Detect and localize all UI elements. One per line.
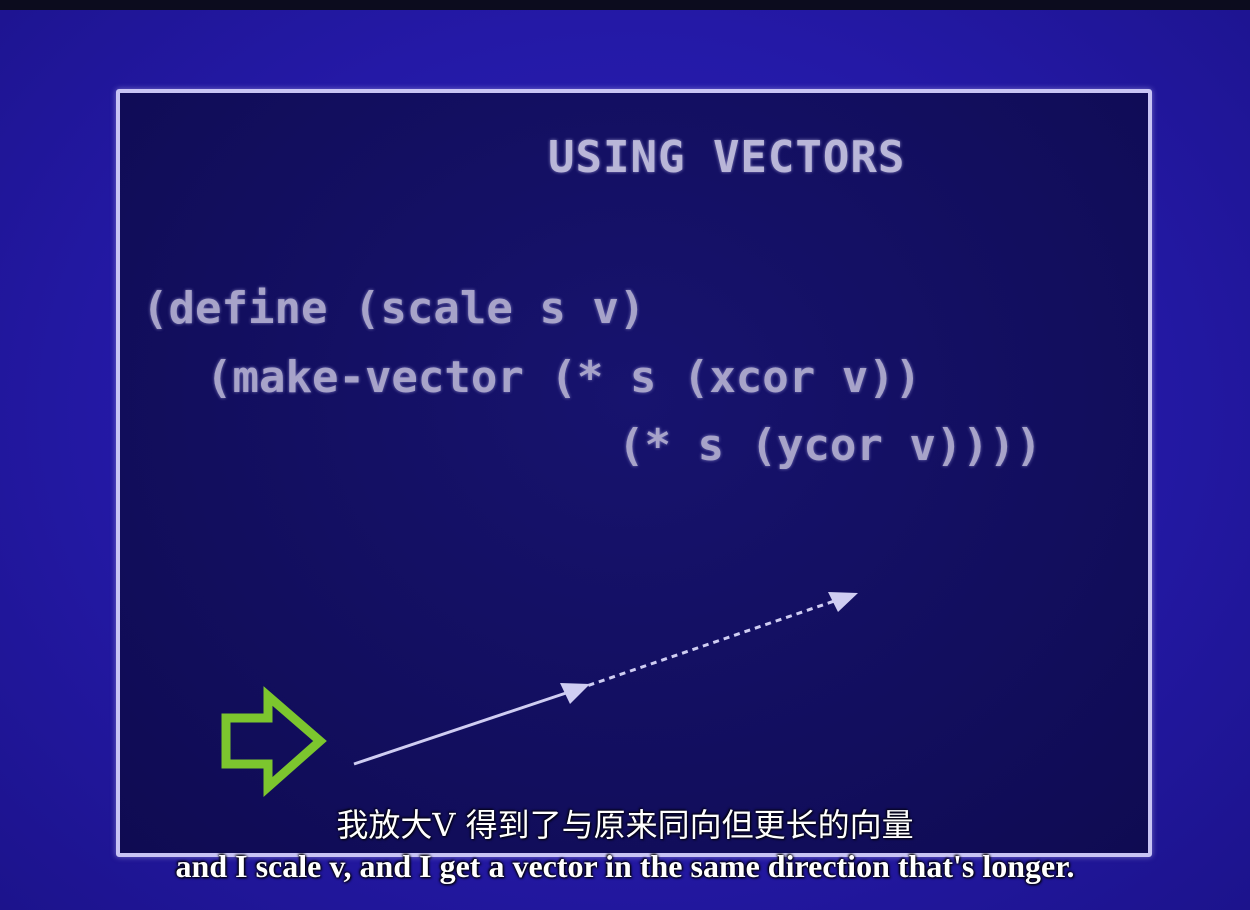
video-frame: USING VECTORS (define (scale s v) (make-… (0, 0, 1250, 910)
vector-diagram (221, 592, 858, 797)
scaled-vector (577, 592, 858, 691)
original-vector (353, 683, 590, 766)
subtitle-english: and I scale v, and I get a vector in the… (175, 848, 1075, 884)
hollow-right-arrow-icon (221, 686, 327, 797)
subtitle-chinese: 我放大V 得到了与原来同向但更长的向量 (336, 806, 914, 844)
